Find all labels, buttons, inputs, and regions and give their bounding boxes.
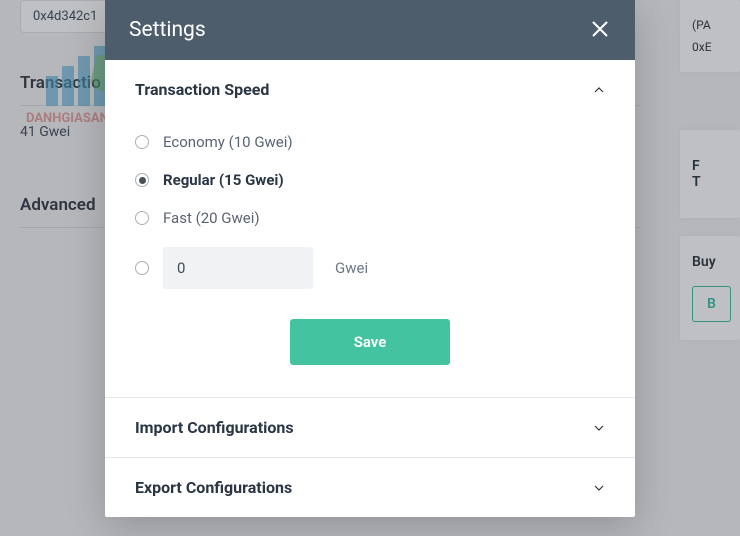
section-title: Export Configurations <box>135 478 292 497</box>
settings-modal: Settings Transaction Speed Economy (10 G… <box>105 0 635 517</box>
speed-option-custom[interactable]: Gwei <box>135 237 605 299</box>
radio-label: Economy (10 Gwei) <box>163 133 293 151</box>
section-title: Import Configurations <box>135 418 294 437</box>
speed-option-fast[interactable]: Fast (20 Gwei) <box>135 199 605 237</box>
custom-gwei-input[interactable] <box>163 247 313 289</box>
transaction-speed-section: Transaction Speed Economy (10 Gwei) Regu… <box>105 60 635 398</box>
radio-label: Regular (15 Gwei) <box>163 171 284 189</box>
section-header-import[interactable]: Import Configurations <box>105 398 635 457</box>
speed-option-regular[interactable]: Regular (15 Gwei) <box>135 161 605 199</box>
chevron-down-icon <box>593 482 605 494</box>
export-config-section: Export Configurations <box>105 458 635 517</box>
radio-label: Fast (20 Gwei) <box>163 209 260 227</box>
radio-icon[interactable] <box>135 135 149 149</box>
chevron-up-icon <box>593 84 605 96</box>
chevron-down-icon <box>593 422 605 434</box>
gwei-suffix-label: Gwei <box>335 259 368 277</box>
section-header-export[interactable]: Export Configurations <box>105 458 635 517</box>
speed-option-economy[interactable]: Economy (10 Gwei) <box>135 123 605 161</box>
modal-header: Settings <box>105 0 635 60</box>
save-button[interactable]: Save <box>290 319 451 365</box>
radio-icon[interactable] <box>135 211 149 225</box>
close-icon[interactable] <box>591 20 611 40</box>
radio-icon[interactable] <box>135 261 149 275</box>
section-title: Transaction Speed <box>135 80 269 99</box>
section-header-speed[interactable]: Transaction Speed <box>105 60 635 119</box>
modal-overlay: Settings Transaction Speed Economy (10 G… <box>0 0 740 536</box>
import-config-section: Import Configurations <box>105 398 635 458</box>
radio-icon[interactable] <box>135 173 149 187</box>
modal-title: Settings <box>129 18 206 42</box>
